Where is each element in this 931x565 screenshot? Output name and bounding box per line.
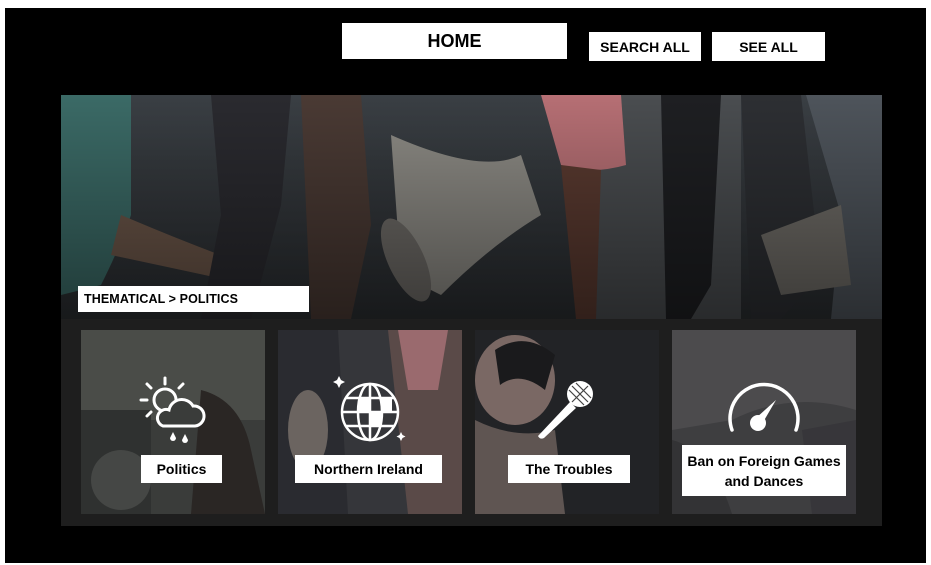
hero-panel: THEMATICAL > POLITICS Politics Northern … bbox=[61, 95, 882, 526]
breadcrumb[interactable]: THEMATICAL > POLITICS bbox=[78, 286, 309, 312]
category-card-the-troubles[interactable]: The Troubles bbox=[475, 330, 659, 514]
card-label: Northern Ireland bbox=[295, 455, 442, 483]
search-all-button[interactable]: SEARCH ALL bbox=[589, 32, 701, 61]
speedometer-gauge-icon bbox=[728, 382, 800, 432]
see-all-button[interactable]: SEE ALL bbox=[712, 32, 825, 61]
disco-ball-icon bbox=[333, 376, 406, 442]
app-screen: HOME SEARCH ALL SEE ALL THEMATICAL > POL… bbox=[5, 8, 926, 563]
microphone-icon bbox=[538, 381, 593, 439]
category-card-ban-on-foreign-games-and-dances[interactable]: Ban on Foreign Games and Dances bbox=[672, 330, 856, 514]
weather-sun-cloud-rain-icon bbox=[139, 376, 206, 443]
home-button[interactable]: HOME bbox=[342, 23, 567, 59]
card-label: Ban on Foreign Games and Dances bbox=[682, 445, 846, 496]
card-label: The Troubles bbox=[508, 455, 630, 483]
category-card-politics[interactable]: Politics bbox=[81, 330, 265, 514]
category-card-northern-ireland[interactable]: Northern Ireland bbox=[278, 330, 462, 514]
card-label: Politics bbox=[141, 455, 222, 483]
